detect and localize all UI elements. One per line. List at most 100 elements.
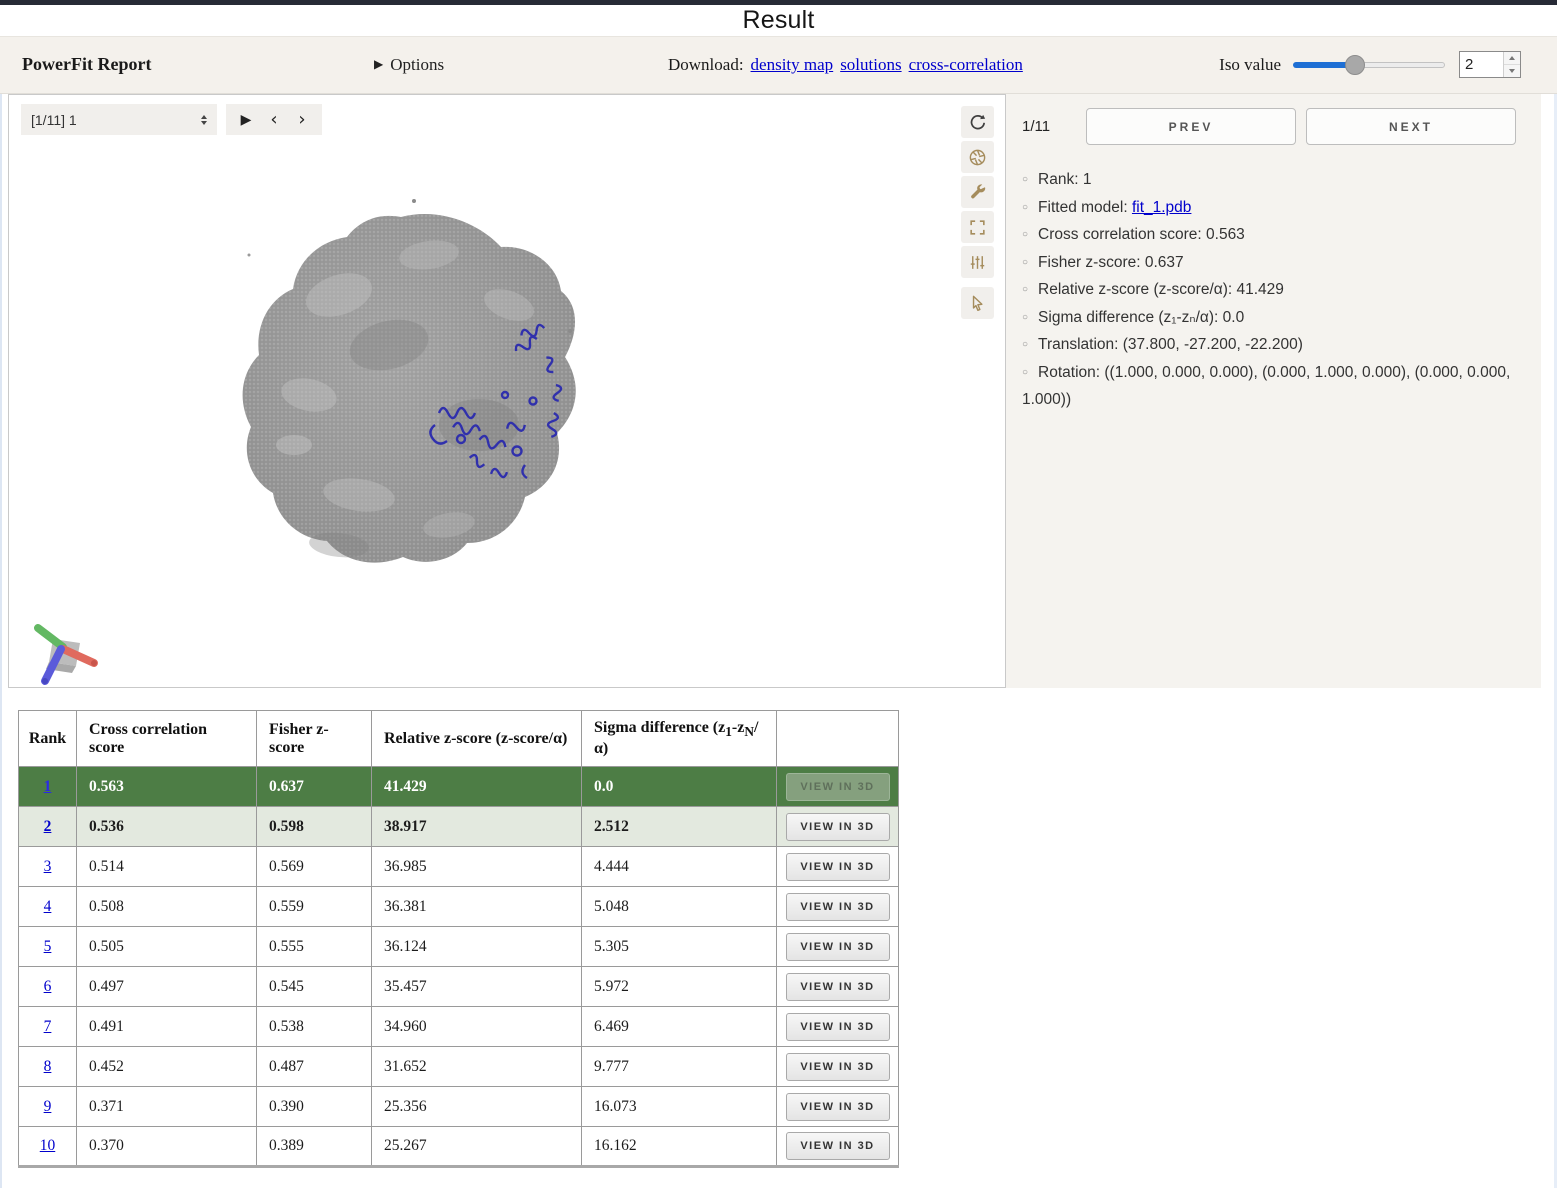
- prev-solution-button[interactable]: ‹: [260, 107, 288, 133]
- relz-cell: 35.457: [372, 967, 582, 1007]
- next-solution-button[interactable]: ›: [288, 107, 316, 133]
- detail-item: Translation: (37.800, -27.200, -22.200): [1022, 332, 1525, 360]
- table-row: 10 0.370 0.389 25.267 16.162 VIEW IN 3D: [19, 1127, 899, 1167]
- view-in-3d-button[interactable]: VIEW IN 3D: [786, 1093, 890, 1121]
- view-in-3d-button[interactable]: VIEW IN 3D: [786, 853, 890, 881]
- rank-link[interactable]: 4: [44, 898, 52, 915]
- detail-item: Fitted model: fit_1.pdb: [1022, 195, 1525, 223]
- select-arrows-icon: [201, 115, 207, 125]
- detail-text: Rank: 1: [1038, 171, 1091, 188]
- fisher-header: Fisher z-score: [257, 711, 372, 767]
- results-table-body: 1 0.563 0.637 41.429 0.0 VIEW IN 3D 2 0.…: [19, 767, 899, 1167]
- relz-cell: 36.381: [372, 887, 582, 927]
- relz-header: Relative z-score (z-score/α): [372, 711, 582, 767]
- ccs-cell: 0.536: [77, 807, 257, 847]
- rank-link[interactable]: 5: [44, 938, 52, 955]
- options-toggle[interactable]: ▶Options: [374, 55, 444, 75]
- rank-link[interactable]: 7: [44, 1018, 52, 1035]
- sigma-cell: 6.469: [582, 1007, 777, 1047]
- rank-link[interactable]: 1: [44, 778, 52, 795]
- table-row: 1 0.563 0.637 41.429 0.0 VIEW IN 3D: [19, 767, 899, 807]
- download-link[interactable]: solutions: [840, 55, 901, 74]
- download-links: density map solutions cross-correlation: [744, 55, 1023, 74]
- fisher-cell: 0.390: [257, 1087, 372, 1127]
- adjust-sliders-icon: [968, 253, 987, 272]
- iso-spin-up-button[interactable]: [1504, 52, 1520, 64]
- view-in-3d-button[interactable]: VIEW IN 3D: [786, 773, 890, 801]
- ccs-cell: 0.505: [77, 927, 257, 967]
- ccs-cell: 0.563: [77, 767, 257, 807]
- download-zone: Download:density mapsolutionscross-corre…: [668, 55, 1023, 75]
- fisher-cell: 0.389: [257, 1127, 372, 1167]
- ccs-cell: 0.491: [77, 1007, 257, 1047]
- table-row: 5 0.505 0.555 36.124 5.305 VIEW IN 3D: [19, 927, 899, 967]
- solution-select-value: [1/11] 1: [31, 112, 201, 128]
- view-in-3d-button[interactable]: VIEW IN 3D: [786, 1132, 890, 1160]
- sigma-cell: 9.777: [582, 1047, 777, 1087]
- adjust-button[interactable]: [961, 246, 994, 278]
- solution-select[interactable]: [1/11] 1: [21, 104, 217, 135]
- viewer-3d[interactable]: [1/11] 1 ▶ ‹ ›: [8, 94, 1006, 688]
- view-in-3d-button[interactable]: VIEW IN 3D: [786, 893, 890, 921]
- view-in-3d-button[interactable]: VIEW IN 3D: [786, 973, 890, 1001]
- options-label: Options: [390, 55, 444, 74]
- view-in-3d-button[interactable]: VIEW IN 3D: [786, 1053, 890, 1081]
- fisher-cell: 0.538: [257, 1007, 372, 1047]
- table-row: 3 0.514 0.569 36.985 4.444 VIEW IN 3D: [19, 847, 899, 887]
- download-link[interactable]: density map: [751, 55, 834, 74]
- wrench-icon: [968, 183, 987, 202]
- camera-aperture-button[interactable]: [961, 141, 994, 173]
- relz-cell: 25.356: [372, 1087, 582, 1127]
- relz-cell: 34.960: [372, 1007, 582, 1047]
- tools-button[interactable]: [961, 176, 994, 208]
- view-in-3d-button[interactable]: VIEW IN 3D: [786, 813, 890, 841]
- pager-row: 1/11 PREV NEXT: [1022, 108, 1531, 145]
- iso-slider-thumb[interactable]: [1345, 55, 1365, 75]
- results-table: Rank Cross correlation score Fisher z-sc…: [18, 710, 899, 1168]
- sigma-cell: 2.512: [582, 807, 777, 847]
- page-left-edge: [0, 36, 2, 1188]
- ccs-cell: 0.514: [77, 847, 257, 887]
- ccs-cell: 0.371: [77, 1087, 257, 1127]
- relz-cell: 38.917: [372, 807, 582, 847]
- rank-link[interactable]: 9: [44, 1098, 52, 1115]
- fisher-cell: 0.555: [257, 927, 372, 967]
- spin-button[interactable]: [961, 106, 994, 138]
- relz-cell: 36.985: [372, 847, 582, 887]
- prev-button[interactable]: PREV: [1086, 108, 1296, 145]
- detail-text: Rotation: ((1.000, 0.000, 0.000), (0.000…: [1022, 364, 1510, 409]
- rank-link[interactable]: 2: [44, 818, 52, 835]
- fisher-cell: 0.559: [257, 887, 372, 927]
- spin-down-icon: [1509, 69, 1515, 73]
- iso-spin-down-button[interactable]: [1504, 64, 1520, 77]
- density-map-mesh: [243, 199, 576, 563]
- rank-link[interactable]: 3: [44, 858, 52, 875]
- fisher-cell: 0.637: [257, 767, 372, 807]
- detail-text: Translation: (37.800, -27.200, -22.200): [1038, 336, 1303, 353]
- iso-value-input[interactable]: [1460, 52, 1503, 77]
- detail-text: Cross correlation score: 0.563: [1038, 226, 1245, 243]
- iso-zone: Iso value: [1219, 51, 1521, 78]
- sigma-cell: 5.305: [582, 927, 777, 967]
- fitted-model-link[interactable]: fit_1.pdb: [1132, 199, 1191, 216]
- view-in-3d-button[interactable]: VIEW IN 3D: [786, 933, 890, 961]
- next-button[interactable]: NEXT: [1306, 108, 1516, 145]
- table-header-row: Rank Cross correlation score Fisher z-sc…: [19, 711, 899, 767]
- download-link[interactable]: cross-correlation: [909, 55, 1023, 74]
- page-title: Result: [742, 6, 814, 35]
- iso-slider[interactable]: [1293, 55, 1445, 75]
- iso-slider-track: [1355, 62, 1445, 68]
- rank-link[interactable]: 6: [44, 978, 52, 995]
- iso-input-wrap: [1459, 51, 1521, 78]
- fullscreen-button[interactable]: [961, 211, 994, 243]
- density-map-scene[interactable]: [9, 95, 1005, 687]
- sigma-cell: 5.048: [582, 887, 777, 927]
- results-table-wrap: Rank Cross correlation score Fisher z-sc…: [18, 710, 899, 1168]
- rank-link[interactable]: 8: [44, 1058, 52, 1075]
- rank-link[interactable]: 10: [40, 1137, 56, 1154]
- play-button[interactable]: ▶: [232, 107, 260, 133]
- view-in-3d-button[interactable]: VIEW IN 3D: [786, 1013, 890, 1041]
- select-cursor-button[interactable]: [961, 287, 994, 319]
- iso-value-label: Iso value: [1219, 55, 1281, 75]
- ccs-header: Cross correlation score: [77, 711, 257, 767]
